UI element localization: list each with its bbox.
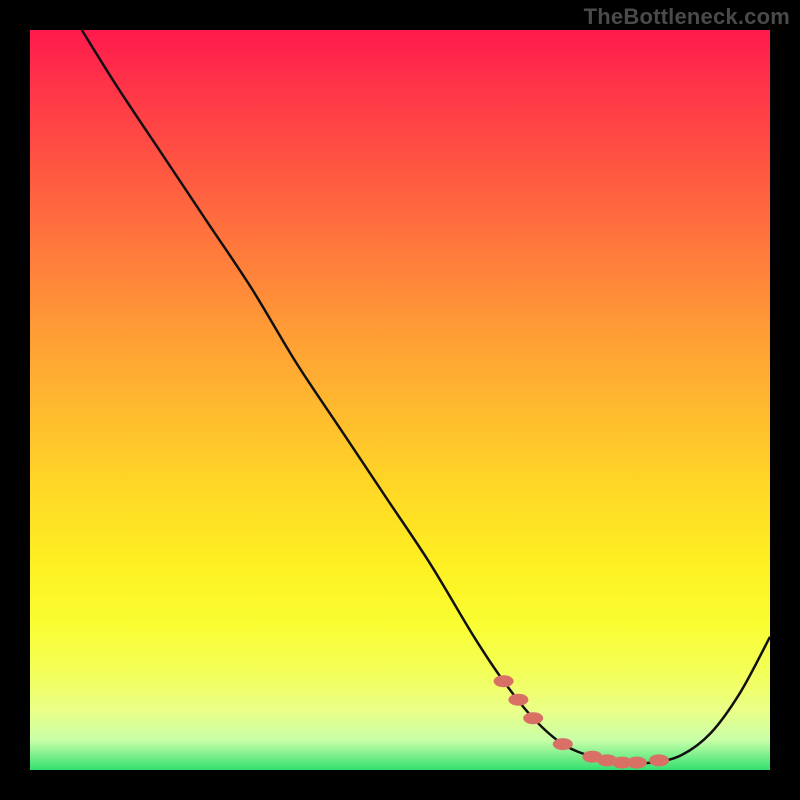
curve-layer (30, 30, 770, 770)
chart-frame: TheBottleneck.com (0, 0, 800, 800)
optimal-region-markers (494, 675, 669, 768)
bottleneck-curve (82, 30, 770, 763)
marker-point (523, 712, 543, 724)
plot-area (30, 30, 770, 770)
marker-point (494, 675, 514, 687)
marker-point (649, 754, 669, 766)
watermark-text: TheBottleneck.com (584, 4, 790, 30)
marker-point (553, 738, 573, 750)
marker-point (627, 757, 647, 769)
marker-point (508, 694, 528, 706)
